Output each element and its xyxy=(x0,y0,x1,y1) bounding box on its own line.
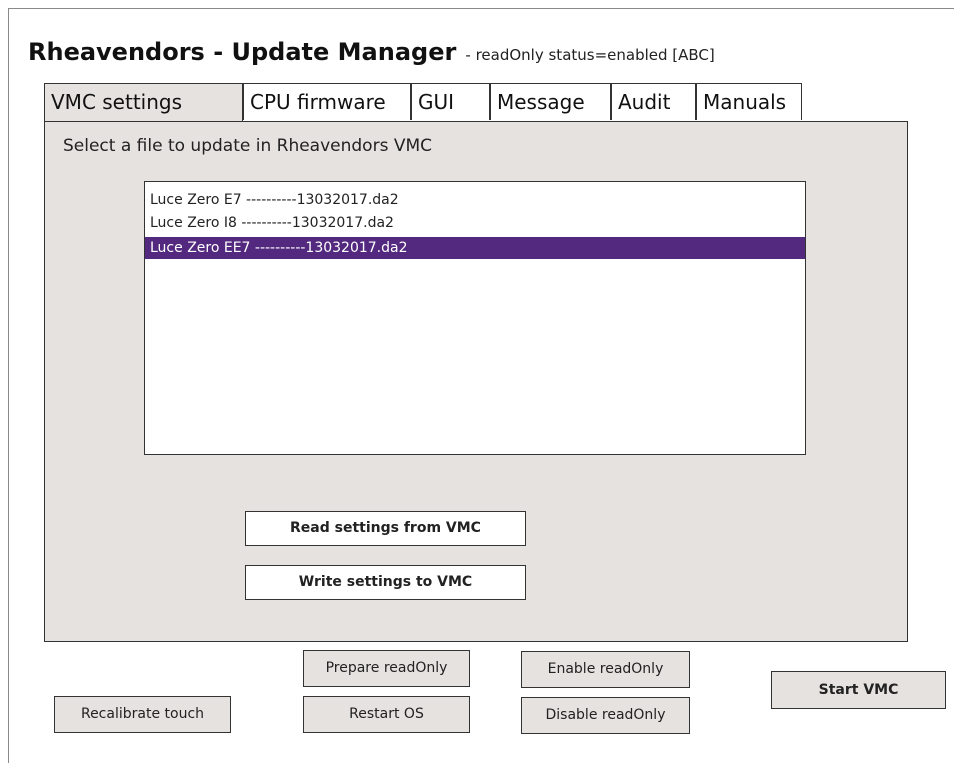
window-border-left xyxy=(8,8,9,763)
start-vmc-button[interactable]: Start VMC xyxy=(771,671,946,709)
restart-os-button[interactable]: Restart OS xyxy=(303,696,470,733)
write-settings-button[interactable]: Write settings to VMC xyxy=(245,565,526,600)
app-title: Rheavendors - Update Manager - readOnly … xyxy=(28,40,715,64)
tab-cpu-firmware[interactable]: CPU firmware xyxy=(243,83,411,120)
prepare-readonly-button[interactable]: Prepare readOnly xyxy=(303,650,470,687)
read-settings-button[interactable]: Read settings from VMC xyxy=(245,511,526,546)
panel-heading: Select a file to update in Rheavendors V… xyxy=(63,136,433,156)
disable-readonly-button[interactable]: Disable readOnly xyxy=(521,697,690,734)
file-list[interactable]: Luce Zero E7 ----------13032017.da2 Luce… xyxy=(144,181,806,455)
file-list-item[interactable]: Luce Zero I8 ----------13032017.da2 xyxy=(145,212,805,234)
recalibrate-touch-button[interactable]: Recalibrate touch xyxy=(54,696,231,733)
file-list-item[interactable]: Luce Zero E7 ----------13032017.da2 xyxy=(145,189,805,211)
tab-gui[interactable]: GUI xyxy=(411,83,490,120)
readonly-status-text: - readOnly status=enabled [ABC] xyxy=(465,46,715,64)
tab-vmc-settings[interactable]: VMC settings xyxy=(44,83,243,122)
enable-readonly-button[interactable]: Enable readOnly xyxy=(521,651,690,688)
app-title-main: Rheavendors - Update Manager xyxy=(28,38,457,66)
tab-audit[interactable]: Audit xyxy=(611,83,696,120)
file-list-item-selected[interactable]: Luce Zero EE7 ----------13032017.da2 xyxy=(145,237,805,259)
tab-message[interactable]: Message xyxy=(490,83,611,120)
window-border-top xyxy=(8,8,954,9)
tab-manuals[interactable]: Manuals xyxy=(696,83,802,120)
